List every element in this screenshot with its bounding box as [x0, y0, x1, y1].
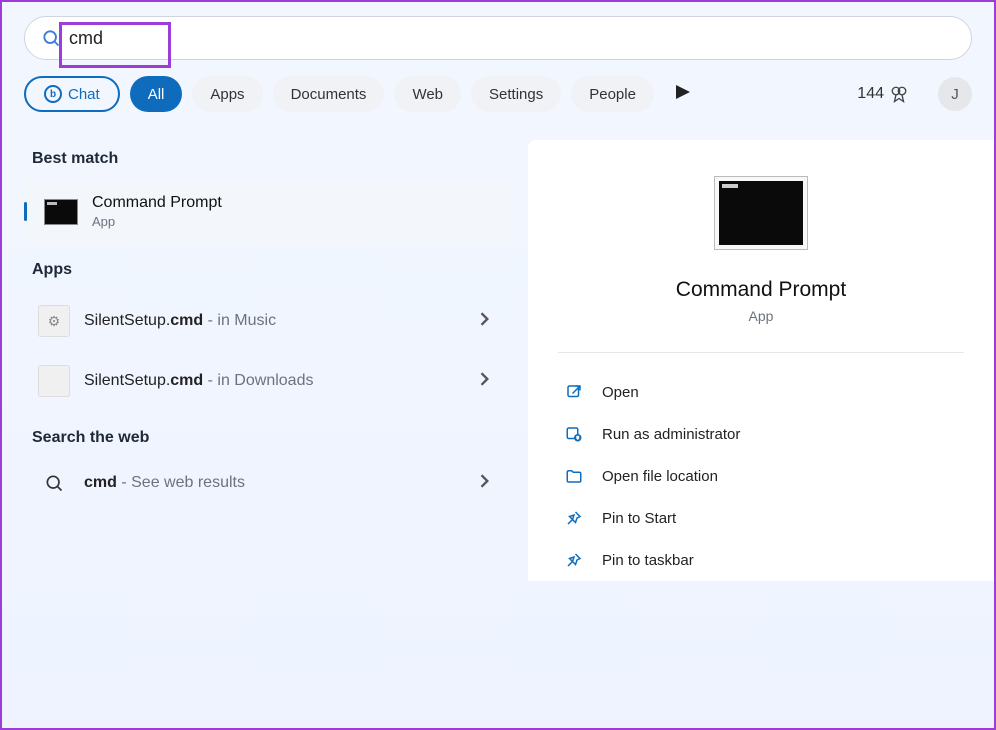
best-match-item[interactable]: Command Prompt App	[24, 180, 514, 243]
action-label: Open	[602, 384, 639, 401]
filter-documents[interactable]: Documents	[273, 76, 385, 112]
rewards-points[interactable]: 144	[847, 85, 918, 103]
cmd-icon	[44, 199, 78, 225]
action-label: Open file location	[602, 468, 718, 485]
more-filters-icon[interactable]	[664, 85, 702, 104]
filter-row: b Chat All Apps Documents Web Settings P…	[2, 60, 994, 122]
chevron-right-icon[interactable]	[470, 474, 500, 493]
app-result[interactable]: ⚙ SilentSetup.cmd - in Music	[24, 291, 514, 351]
preview-pane: Command Prompt App Open Run as administr…	[528, 140, 994, 581]
best-match-title: Command Prompt	[92, 194, 222, 212]
filter-web[interactable]: Web	[394, 76, 461, 112]
chat-button[interactable]: b Chat	[24, 76, 120, 112]
web-result[interactable]: cmd - See web results	[24, 459, 514, 507]
action-open[interactable]: Open	[558, 371, 964, 413]
points-value: 144	[857, 85, 884, 103]
divider	[558, 352, 964, 353]
bing-icon: b	[44, 85, 62, 103]
action-label: Pin to Start	[602, 510, 676, 527]
preview-title: Command Prompt	[558, 278, 964, 302]
apps-header: Apps	[24, 243, 514, 291]
filter-settings[interactable]: Settings	[471, 76, 561, 112]
app-result-text: SilentSetup.cmd - in Downloads	[84, 372, 470, 390]
pin-icon	[564, 551, 584, 569]
avatar-initial: J	[951, 86, 959, 103]
action-pin-start[interactable]: Pin to Start	[558, 497, 964, 539]
action-pin-taskbar[interactable]: Pin to taskbar	[558, 539, 964, 581]
action-label: Run as administrator	[602, 426, 740, 443]
avatar[interactable]: J	[938, 77, 972, 111]
filter-all[interactable]: All	[130, 76, 183, 112]
file-icon: ⚙	[38, 305, 70, 337]
folder-icon	[564, 467, 584, 485]
chevron-right-icon[interactable]	[470, 372, 500, 391]
action-open-location[interactable]: Open file location	[558, 455, 964, 497]
shield-icon	[564, 425, 584, 443]
filter-apps[interactable]: Apps	[192, 76, 262, 112]
preview-subtitle: App	[558, 308, 964, 324]
search-web-header: Search the web	[24, 411, 514, 459]
app-result-text: SilentSetup.cmd - in Music	[84, 312, 470, 330]
search-icon	[38, 473, 70, 493]
results-pane: Best match Command Prompt App Apps ⚙ Sil…	[24, 132, 514, 581]
app-result[interactable]: SilentSetup.cmd - in Downloads	[24, 351, 514, 411]
best-match-header: Best match	[24, 132, 514, 180]
search-input[interactable]	[69, 28, 955, 49]
action-label: Pin to taskbar	[602, 552, 694, 569]
medal-icon	[890, 85, 908, 103]
pin-icon	[564, 509, 584, 527]
chat-label: Chat	[68, 86, 100, 103]
search-icon	[41, 28, 61, 48]
web-result-text: cmd - See web results	[84, 474, 470, 492]
filter-people[interactable]: People	[571, 76, 654, 112]
best-match-subtitle: App	[92, 214, 222, 229]
chevron-right-icon[interactable]	[470, 312, 500, 331]
preview-thumbnail	[714, 176, 808, 250]
file-icon	[38, 365, 70, 397]
action-run-admin[interactable]: Run as administrator	[558, 413, 964, 455]
open-icon	[564, 383, 584, 401]
search-bar[interactable]	[24, 16, 972, 60]
